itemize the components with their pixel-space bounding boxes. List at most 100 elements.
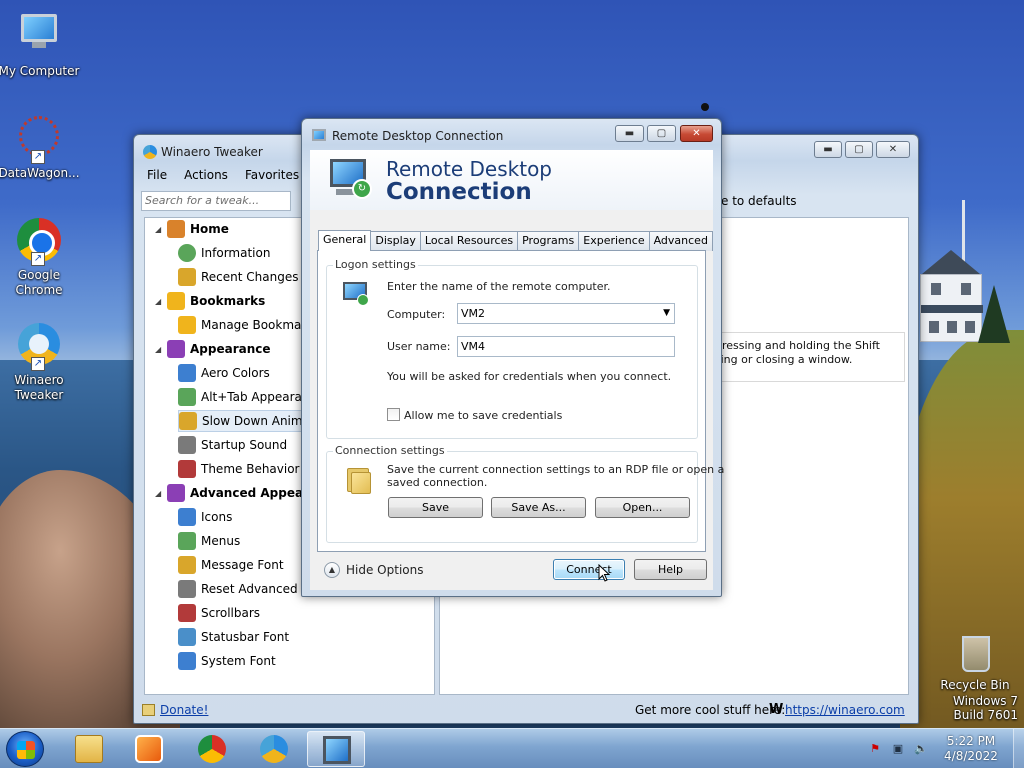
- reset-to-defaults-button[interactable]: e to defaults: [721, 194, 797, 208]
- help-button[interactable]: Help: [634, 559, 707, 580]
- save-button[interactable]: Save: [388, 497, 483, 518]
- menu-favorites[interactable]: Favorites: [238, 167, 309, 187]
- menus-icon: [178, 532, 196, 550]
- taskbar-media-player[interactable]: [120, 731, 178, 767]
- theme-icon: [178, 460, 196, 478]
- tree-item[interactable]: Scrollbars: [178, 602, 434, 624]
- group-label: Logon settings: [333, 258, 418, 271]
- tab-experience[interactable]: Experience: [578, 231, 650, 251]
- description-line: by pressing and holding the Shift: [698, 339, 880, 352]
- chevron-up-icon[interactable]: ▲: [324, 562, 340, 578]
- palette-icon: [167, 484, 185, 502]
- rdc-body: General Display Local Resources Programs…: [310, 210, 724, 590]
- show-desktop-button[interactable]: [1013, 729, 1024, 768]
- banner-title-line1: Remote Desktop: [386, 157, 553, 181]
- tree-item-label: System Font: [201, 654, 276, 668]
- user-name-field[interactable]: VM4: [457, 336, 675, 357]
- tree-item-label: Statusbar Font: [201, 630, 290, 644]
- animation-icon: [179, 412, 197, 430]
- wallpaper-tree: [978, 285, 1010, 343]
- hide-options-link[interactable]: Hide Options: [346, 563, 423, 577]
- star-icon: [167, 292, 185, 310]
- taskbar-explorer[interactable]: [60, 731, 118, 767]
- aero-colors-icon: [178, 364, 196, 382]
- save-as-button[interactable]: Save As...: [491, 497, 586, 518]
- open-button[interactable]: Open...: [595, 497, 690, 518]
- taskbar-remote-desktop[interactable]: [307, 731, 365, 767]
- tree-item[interactable]: Statusbar Font: [178, 626, 434, 648]
- connection-desc-line2: saved connection.: [387, 476, 488, 489]
- menu-bar: File Actions Favorites: [140, 167, 309, 187]
- taskbar-chrome[interactable]: [183, 731, 241, 767]
- tree-item-label: Bookmarks: [190, 294, 266, 308]
- remote-desktop-connection-window: Remote Desktop Connection ▬ ▢ ✕ ↻ Remote…: [301, 118, 724, 597]
- statusbar-font-icon: [178, 628, 196, 646]
- expand-collapse-icon[interactable]: ◢: [155, 225, 167, 234]
- computer-icon: [341, 280, 371, 306]
- alt-tab-icon: [178, 388, 196, 406]
- wallpaper-antenna: [701, 103, 709, 111]
- desktop-icon-google-chrome[interactable]: ↗ Google Chrome: [0, 216, 81, 298]
- winaero-link[interactable]: https://winaero.com: [785, 703, 905, 717]
- scrollbars-icon: [178, 604, 196, 622]
- tree-item-label: Recent Changes: [201, 270, 299, 284]
- action-center-flag-icon[interactable]: ⚑: [868, 742, 882, 756]
- tree-item-label: Icons: [201, 510, 233, 524]
- desktop-icon-winaero-tweaker[interactable]: ↗ Winaero Tweaker: [0, 320, 81, 403]
- network-icon[interactable]: ▣: [891, 742, 905, 756]
- remote-desktop-icon: [323, 736, 351, 764]
- tab-general[interactable]: General: [318, 230, 372, 251]
- donate-link[interactable]: Donate!: [160, 703, 208, 717]
- save-credentials-checkbox[interactable]: [387, 408, 400, 421]
- maximize-button[interactable]: ▢: [845, 141, 873, 158]
- window-title: Remote Desktop Connection: [332, 129, 504, 143]
- tree-item-label: Appearance: [190, 342, 271, 356]
- shortcut-arrow-icon: ↗: [31, 252, 45, 266]
- volume-icon[interactable]: 🔈: [914, 742, 928, 756]
- tree-item-label: Information: [201, 246, 271, 260]
- desktop-icon-datawagon[interactable]: ↗ DataWagon...: [0, 112, 81, 181]
- mouse-cursor-icon: [598, 564, 610, 582]
- computer-icon: [21, 14, 57, 42]
- user-name-value: VM4: [461, 340, 486, 353]
- system-clock[interactable]: 5:22 PM 4/8/2022: [932, 734, 1010, 764]
- tab-programs[interactable]: Programs: [517, 231, 580, 251]
- taskbar-winaero-tweaker[interactable]: [245, 731, 303, 767]
- computer-combobox[interactable]: VM2 ▼: [457, 303, 675, 324]
- expand-collapse-icon[interactable]: ◢: [155, 489, 167, 498]
- close-button[interactable]: ✕: [876, 141, 910, 158]
- logon-prompt: Enter the name of the remote computer.: [387, 280, 611, 293]
- tree-item-label: Scrollbars: [201, 606, 261, 620]
- computer-value: VM2: [461, 307, 486, 320]
- tab-display[interactable]: Display: [370, 231, 421, 251]
- icons-icon: [178, 508, 196, 526]
- tree-item-label: Aero Colors: [201, 366, 270, 380]
- winaero-logo-icon: W: [769, 702, 784, 717]
- minimize-button[interactable]: ▬: [814, 141, 842, 158]
- menu-file[interactable]: File: [140, 167, 177, 187]
- wallpaper-house: [918, 250, 984, 342]
- expand-collapse-icon[interactable]: ◢: [155, 345, 167, 354]
- start-button[interactable]: [6, 731, 44, 767]
- tree-item[interactable]: System Font: [178, 650, 434, 672]
- media-player-icon: [135, 735, 163, 763]
- search-input[interactable]: Search for a tweak...: [141, 191, 291, 211]
- desktop-icon-recycle-bin[interactable]: Recycle Bin: [933, 630, 1017, 693]
- connect-button[interactable]: Connect: [553, 559, 625, 580]
- description-line: imizing or closing a window.: [698, 353, 853, 366]
- tab-local-resources[interactable]: Local Resources: [419, 231, 519, 251]
- chevron-down-icon[interactable]: ▼: [663, 304, 670, 323]
- menu-actions[interactable]: Actions: [177, 167, 238, 187]
- close-button[interactable]: ✕: [680, 125, 713, 142]
- desktop-icon-my-computer[interactable]: My Computer: [0, 8, 81, 79]
- computer-label: Computer:: [387, 308, 446, 321]
- tab-advanced[interactable]: Advanced: [648, 231, 713, 251]
- minimize-button[interactable]: ▬: [615, 125, 644, 142]
- shortcut-arrow-icon: ↗: [31, 357, 45, 371]
- desktop-icon-label: Recycle Bin: [940, 678, 1010, 692]
- connection-settings-group: Connection settings Save the current con…: [326, 444, 724, 543]
- tweak-description: by pressing and holding the Shift imizin…: [693, 332, 905, 382]
- maximize-button[interactable]: ▢: [647, 125, 676, 142]
- tab-strip: General Display Local Resources Programs…: [318, 230, 713, 251]
- expand-collapse-icon[interactable]: ◢: [155, 297, 167, 306]
